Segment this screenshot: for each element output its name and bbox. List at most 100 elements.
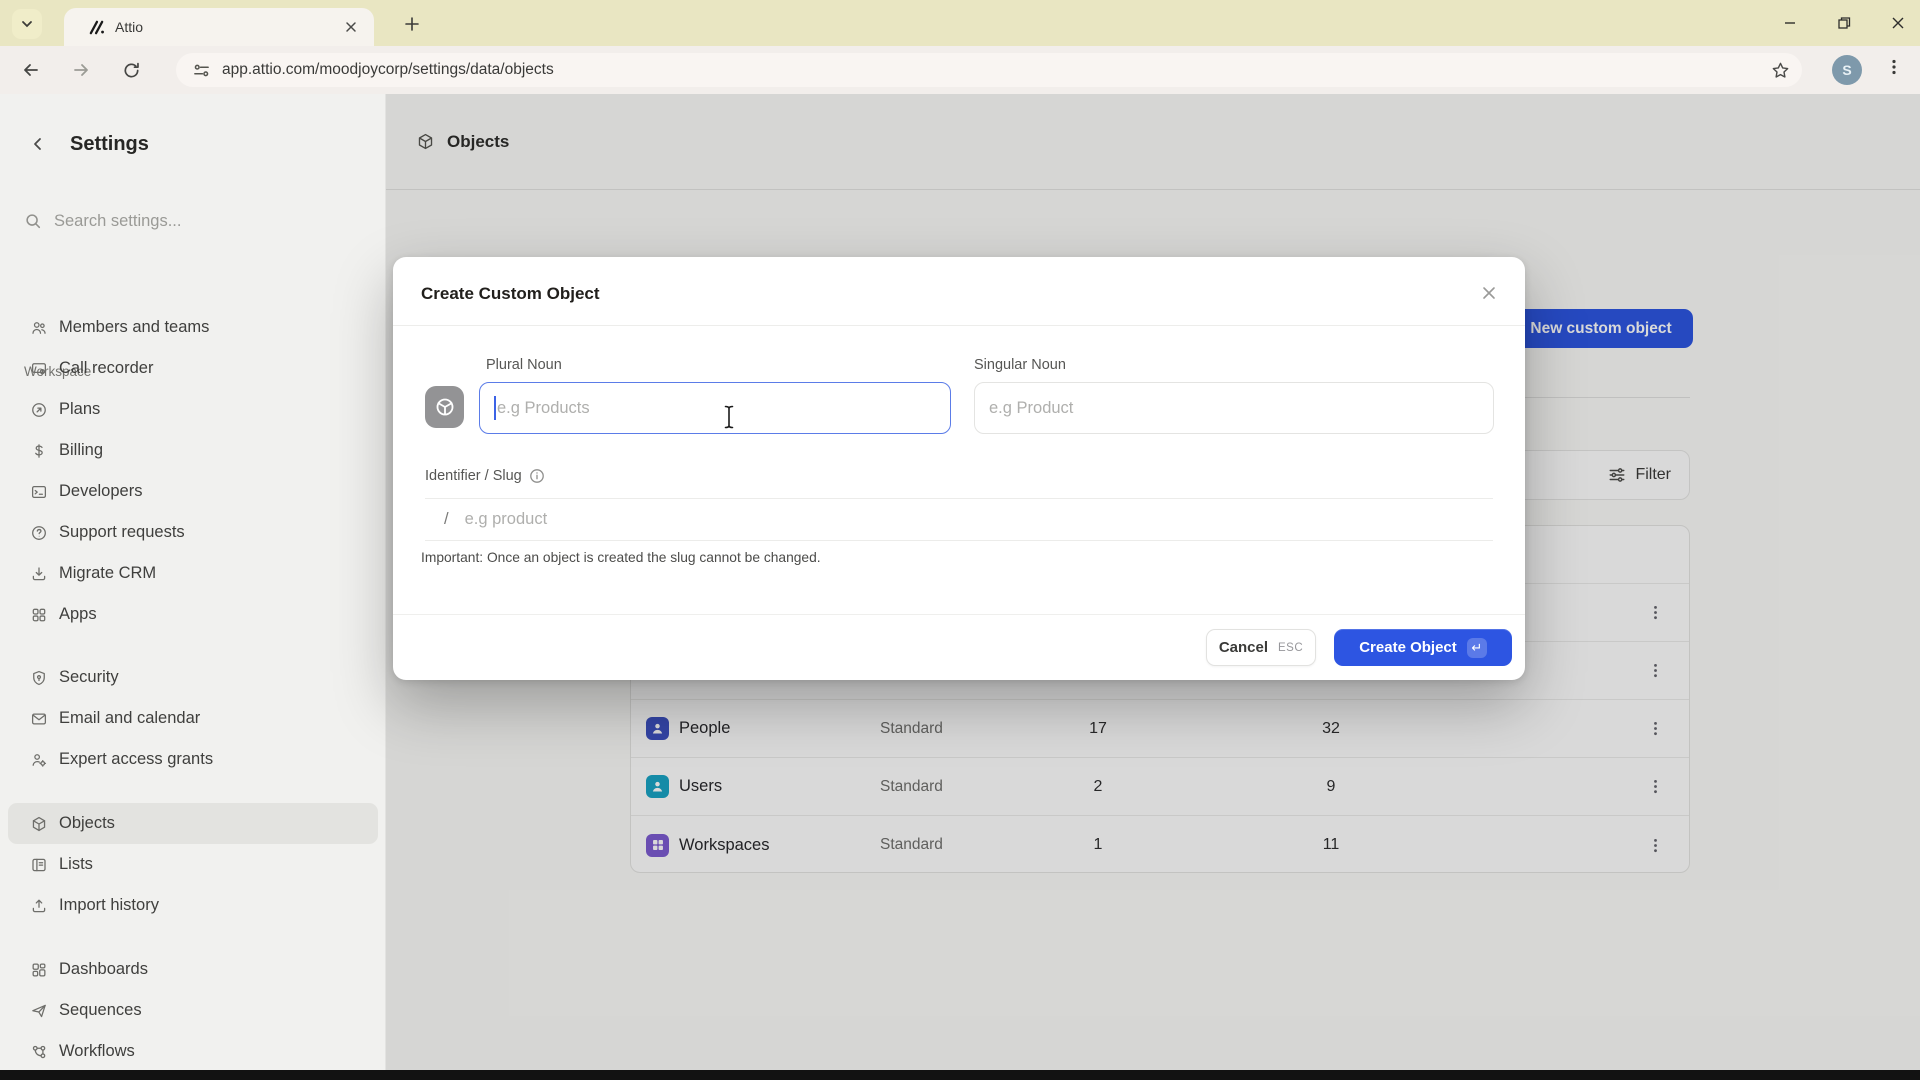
sidebar-item-label: Support requests [59,523,185,542]
support-icon [30,524,48,542]
sidebar-item-billing[interactable]: Billing [8,430,378,471]
site-info-icon[interactable] [190,59,212,81]
enter-shortcut-badge: ↵ [1467,638,1487,658]
browser-menu-icon[interactable] [1886,58,1902,81]
slug-important-note: Important: Once an object is created the… [421,550,821,565]
slug-input[interactable] [465,510,1365,529]
window-minimize-button[interactable] [1782,15,1798,31]
sidebar-item-email-and-calendar[interactable]: Email and calendar [8,698,378,739]
sidebar-item-plans[interactable]: Plans [8,389,378,430]
sidebar-item-sequences[interactable]: Sequences [8,990,378,1031]
sidebar-item-label: Dashboards [59,960,148,979]
object-icon-picker[interactable] [425,386,464,428]
modal-title: Create Custom Object [421,284,600,304]
search-settings-input[interactable] [54,212,334,231]
developers-icon [30,483,48,501]
profile-avatar[interactable]: S [1832,55,1862,85]
create-object-label: Create Object [1359,639,1457,656]
sidebar-item-label: Migrate CRM [59,564,156,583]
object-sphere-icon [434,396,456,418]
create-custom-object-modal: Create Custom Object Plural Noun Singula… [393,257,1525,680]
reload-button[interactable] [114,53,148,87]
new-tab-button[interactable] [398,10,426,38]
browser-window: Attio [0,0,1920,1080]
sidebar-item-label: Sequences [59,1001,142,1020]
url-text[interactable]: app.attio.com/moodjoycorp/settings/data/… [222,61,1768,79]
objects-icon [30,815,48,833]
apps-icon [30,606,48,624]
sidebar-item-label: Developers [59,482,142,501]
billing-icon [30,442,48,460]
sidebar-item-label: Plans [59,400,100,419]
bookmark-star-icon[interactable] [1768,58,1792,82]
call-recorder-icon [30,360,48,378]
sidebar-item-label: Email and calendar [59,709,200,728]
cancel-label: Cancel [1219,639,1268,656]
sidebar-back-button[interactable] [28,134,48,154]
modal-divider [393,325,1525,326]
import-icon [30,897,48,915]
text-caret [494,396,496,420]
lists-icon [30,856,48,874]
sidebar-item-label: Apps [59,605,97,624]
info-icon[interactable] [529,468,545,484]
singular-noun-label: Singular Noun [974,357,1066,373]
forward-button[interactable] [64,53,98,87]
back-button[interactable] [14,53,48,87]
browser-tab[interactable]: Attio [64,8,374,46]
cancel-button[interactable]: Cancel ESC [1206,629,1316,666]
plans-icon [30,401,48,419]
members-icon [30,319,48,337]
sidebar-item-migrate-crm[interactable]: Migrate CRM [8,553,378,594]
tab-search-button[interactable] [12,9,42,39]
sidebar-item-label: Members and teams [59,318,209,337]
tab-close-icon[interactable] [340,16,362,38]
esc-shortcut-badge: ESC [1278,642,1303,654]
attio-logo-icon [88,19,105,36]
modal-footer-divider [393,614,1525,615]
sidebar-item-label: Expert access grants [59,750,213,769]
sidebar-item-expert-access-grants[interactable]: Expert access grants [8,739,378,780]
chevron-down-icon [20,17,34,31]
sidebar-item-label: Objects [59,814,115,833]
create-object-button[interactable]: Create Object ↵ [1334,629,1512,666]
sidebar-item-lists[interactable]: Lists [8,844,378,885]
tab-title: Attio [115,19,340,35]
sidebar-item-label: Security [59,668,119,687]
sidebar-item-apps[interactable]: Apps [8,594,378,635]
sidebar-item-objects[interactable]: Objects [8,803,378,844]
url-bar[interactable]: app.attio.com/moodjoycorp/settings/data/… [176,53,1802,87]
sidebar-item-label: Billing [59,441,103,460]
slug-prefix: / [444,510,449,529]
sidebar-item-workflows[interactable]: Workflows [8,1031,378,1072]
sidebar-item-members-and-teams[interactable]: Members and teams [8,307,378,348]
sidebar-item-security[interactable]: Security [8,657,378,698]
dashboards-icon [30,961,48,979]
sidebar-item-label: Workflows [59,1042,135,1061]
identifier-slug-label: Identifier / Slug [425,468,522,484]
screen-bottom-strip [0,1070,1920,1080]
workflows-icon [30,1043,48,1061]
plural-noun-input[interactable] [479,382,951,434]
expert-icon [30,751,48,769]
modal-close-icon[interactable] [1477,281,1501,305]
sidebar-item-label: Call recorder [59,359,153,378]
window-restore-button[interactable] [1836,15,1852,31]
ibeam-cursor [721,404,737,430]
browser-toolbar: app.attio.com/moodjoycorp/settings/data/… [0,46,1920,94]
settings-sidebar: Settings Workspace Members and teamsCall… [0,94,386,1070]
sidebar-item-label: Import history [59,896,159,915]
sequences-icon [30,1002,48,1020]
sidebar-item-label: Lists [59,855,93,874]
singular-noun-input[interactable] [974,382,1494,434]
sidebar-item-call-recorder[interactable]: Call recorder [8,348,378,389]
settings-search[interactable] [24,206,364,236]
window-close-button[interactable] [1890,15,1906,31]
security-icon [30,669,48,687]
sidebar-item-import-history[interactable]: Import history [8,885,378,926]
sidebar-item-developers[interactable]: Developers [8,471,378,512]
sidebar-item-support-requests[interactable]: Support requests [8,512,378,553]
migrate-icon [30,565,48,583]
sidebar-item-dashboards[interactable]: Dashboards [8,949,378,990]
slug-field[interactable]: / [425,498,1493,541]
